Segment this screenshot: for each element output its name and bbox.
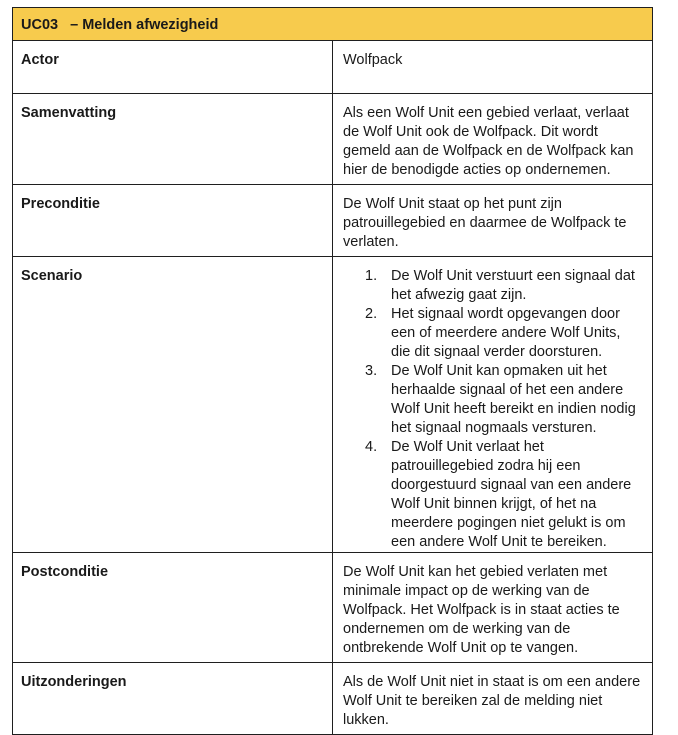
precondition-value: De Wolf Unit staat op het punt zijn patr… xyxy=(332,184,653,257)
use-case-title: UC03 – Melden afwezigheid xyxy=(12,7,653,41)
precondition-label: Preconditie xyxy=(12,184,333,257)
postcondition-row: Postconditie De Wolf Unit kan het gebied… xyxy=(12,552,653,663)
postcondition-value: De Wolf Unit kan het gebied verlaten met… xyxy=(332,552,653,663)
use-case-name: – Melden afwezigheid xyxy=(70,17,219,33)
scenario-step-number: 3. xyxy=(365,363,378,379)
actor-label: Actor xyxy=(12,40,333,94)
scenario-step: 4. De Wolf Unit verlaat het patrouillege… xyxy=(343,438,642,552)
postcondition-label: Postconditie xyxy=(12,552,333,663)
scenario-step-text: De Wolf Unit verstuurt een signaal dat h… xyxy=(391,268,635,303)
scenario-label: Scenario xyxy=(12,256,333,553)
summary-row: Samenvatting Als een Wolf Unit een gebie… xyxy=(12,93,653,185)
exceptions-row: Uitzonderingen Als de Wolf Unit niet in … xyxy=(12,662,653,735)
actor-row: Actor Wolfpack xyxy=(12,40,653,94)
scenario-step-text: De Wolf Unit verlaat het patrouillegebie… xyxy=(391,439,632,550)
scenario-row: Scenario 1. De Wolf Unit verstuurt een s… xyxy=(12,256,653,553)
summary-label: Samenvatting xyxy=(12,93,333,185)
actor-value: Wolfpack xyxy=(332,40,653,94)
precondition-row: Preconditie De Wolf Unit staat op het pu… xyxy=(12,184,653,257)
scenario-step-number: 2. xyxy=(365,306,378,322)
scenario-step-number: 1. xyxy=(365,268,378,284)
use-case-code: UC03 xyxy=(21,17,59,33)
scenario-step-number: 4. xyxy=(365,439,378,455)
scenario-step: 1. De Wolf Unit verstuurt een signaal da… xyxy=(343,267,642,305)
use-case-table: UC03 – Melden afwezigheid Actor Wolfpack… xyxy=(12,7,653,735)
scenario-step: 3. De Wolf Unit kan opmaken uit het herh… xyxy=(343,362,642,438)
exceptions-value: Als de Wolf Unit niet in staat is om een… xyxy=(332,662,653,735)
use-case-header-row: UC03 – Melden afwezigheid xyxy=(12,7,653,41)
scenario-steps: 1. De Wolf Unit verstuurt een signaal da… xyxy=(343,267,642,552)
scenario-step: 2. Het signaal wordt opgevangen door een… xyxy=(343,305,642,362)
scenario-step-text: Het signaal wordt opgevangen door een of… xyxy=(391,306,621,360)
scenario-value: 1. De Wolf Unit verstuurt een signaal da… xyxy=(332,256,653,553)
exceptions-label: Uitzonderingen xyxy=(12,662,333,735)
summary-value: Als een Wolf Unit een gebied verlaat, ve… xyxy=(332,93,653,185)
scenario-step-text: De Wolf Unit kan opmaken uit het herhaal… xyxy=(391,363,636,436)
